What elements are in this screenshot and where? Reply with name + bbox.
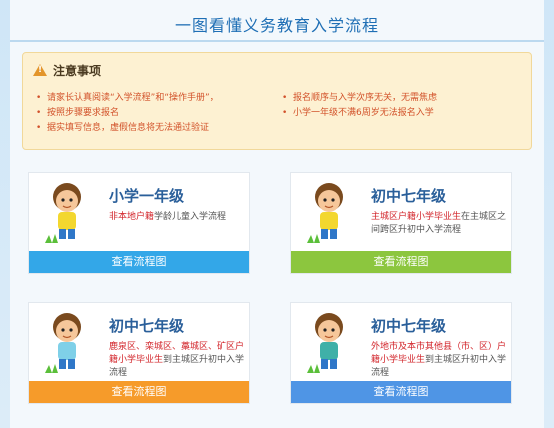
card-heading: 初中七年级 [109, 317, 185, 335]
notice-item: 据实填写信息，虚假信息将无法通过验证 [35, 121, 285, 136]
card-middle-grade7-urban: 初中七年级 主城区户籍小学毕业生在主城区之间跨区升初中入学流程 查看流程图 [290, 172, 512, 274]
page-title: 一图看懂义务教育入学流程 [174, 16, 379, 35]
cartoon-child-icon [45, 313, 81, 373]
notice-item: 报名顺序与入学次序无关，无需焦虑 [281, 91, 521, 106]
notice-list-left: 请家长认真阅读“入学流程”和“操作手册”， 按照步骤要求报名 据实填写信息，虚假… [35, 91, 285, 136]
cartoon-child-icon [307, 183, 343, 243]
view-flowchart-button[interactable]: 查看流程图 [291, 381, 511, 403]
card-middle-grade7-other: 初中七年级 外地市及本市其他县（市、区）户籍小学毕业生到主城区升初中入学流程 查… [290, 302, 512, 404]
view-flowchart-button[interactable]: 查看流程图 [291, 251, 511, 273]
card-description: 鹿泉区、栾城区、藁城区、矿区户籍小学毕业生到主城区升初中入学流程 [109, 341, 247, 380]
title-divider [10, 40, 544, 42]
card-description: 主城区户籍小学毕业生在主城区之间跨区升初中入学流程 [371, 211, 509, 237]
notice-item: 按照步骤要求报名 [35, 106, 285, 121]
notice-item: 小学一年级不满6周岁无法报名入学 [281, 106, 521, 121]
cartoon-child-icon [307, 313, 343, 373]
notice-item: 请家长认真阅读“入学流程”和“操作手册”， [35, 91, 285, 106]
warning-triangle-icon [33, 64, 47, 76]
notice-list-right: 报名顺序与入学次序无关，无需焦虑 小学一年级不满6周岁无法报名入学 [281, 91, 521, 121]
card-middle-grade7-suburban: 初中七年级 鹿泉区、栾城区、藁城区、矿区户籍小学毕业生到主城区升初中入学流程 查… [28, 302, 250, 404]
card-heading: 初中七年级 [371, 187, 447, 205]
card-description-highlight: 非本地户籍 [109, 212, 155, 222]
notice-title: 注意事项 [53, 63, 102, 78]
card-primary-grade1: 小学一年级 非本地户籍学龄儿童入学流程 查看流程图 [28, 172, 250, 274]
card-description-rest: 学龄儿童入学流程 [154, 212, 227, 222]
view-flowchart-button[interactable]: 查看流程图 [29, 251, 249, 273]
card-heading: 小学一年级 [109, 187, 185, 205]
notice-box: 注意事项 请家长认真阅读“入学流程”和“操作手册”， 按照步骤要求报名 据实填写… [22, 52, 532, 150]
card-heading: 初中七年级 [371, 317, 447, 335]
cartoon-child-icon [45, 183, 81, 243]
notice-header: 注意事项 [33, 62, 101, 78]
card-description-highlight: 主城区户籍小学毕业生 [371, 212, 462, 222]
card-description: 外地市及本市其他县（市、区）户籍小学毕业生到主城区升初中入学流程 [371, 341, 509, 380]
card-description: 非本地户籍学龄儿童入学流程 [109, 211, 247, 224]
view-flowchart-button[interactable]: 查看流程图 [29, 381, 249, 403]
